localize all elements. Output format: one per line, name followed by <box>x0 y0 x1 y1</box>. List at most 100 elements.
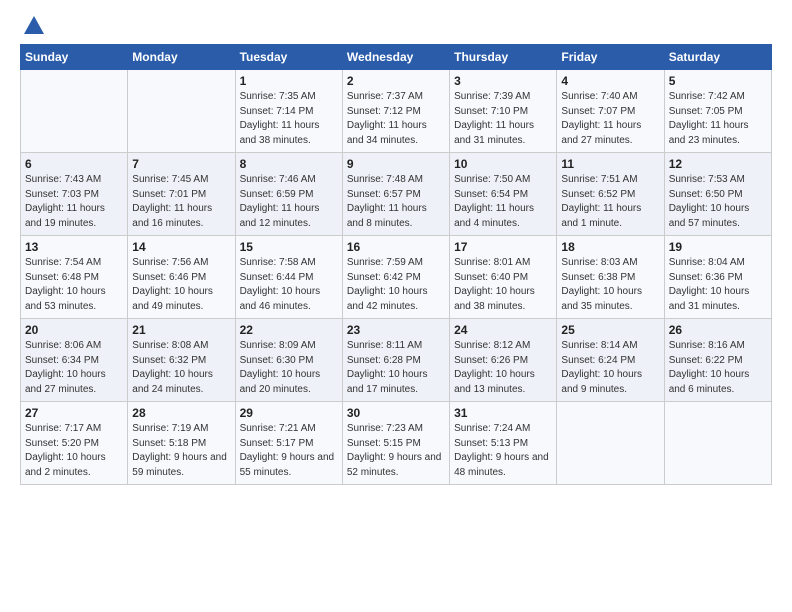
day-number: 27 <box>25 406 123 420</box>
calendar-day-cell: 19Sunrise: 8:04 AMSunset: 6:36 PMDayligh… <box>664 236 771 319</box>
calendar-day-cell: 2 Sunrise: 7:37 AMSunset: 7:12 PMDaylight… <box>342 70 449 153</box>
day-info: Sunrise: 7:42 AMSunset: 7:05 PMDaylight:… <box>669 90 767 148</box>
calendar-day-cell: 9 Sunrise: 7:48 AMSunset: 6:57 PMDaylight… <box>342 153 449 236</box>
day-number: 30 <box>347 406 445 420</box>
day-info: Sunrise: 8:08 AMSunset: 6:32 PMDaylight:… <box>132 339 230 397</box>
day-number: 14 <box>132 240 230 254</box>
weekday-header: Sunday <box>21 45 128 70</box>
calendar-day-cell: 28Sunrise: 7:19 AMSunset: 5:18 PMDayligh… <box>128 402 235 485</box>
calendar-day-cell: 10 Sunrise: 7:50 AMSunset: 6:54 PMDayligh… <box>450 153 557 236</box>
calendar-week-row: 27 Sunrise: 7:17 AMSunset: 5:20 PMDayligh… <box>21 402 772 485</box>
logo <box>20 16 44 34</box>
day-info: Sunrise: 7:23 AMSunset: 5:15 PMDaylight:… <box>347 422 445 480</box>
calendar-day-cell: 30 Sunrise: 7:23 AMSunset: 5:15 PMDayligh… <box>342 402 449 485</box>
day-number: 22 <box>240 323 338 337</box>
day-info: Sunrise: 7:17 AMSunset: 5:20 PMDaylight:… <box>25 422 123 480</box>
day-info: Sunrise: 7:43 AMSunset: 7:03 PMDaylight:… <box>25 173 123 231</box>
day-info: Sunrise: 7:50 AMSunset: 6:54 PMDaylight:… <box>454 173 552 231</box>
day-number: 16 <box>347 240 445 254</box>
calendar-day-cell: 16 Sunrise: 7:59 AMSunset: 6:42 PMDayligh… <box>342 236 449 319</box>
calendar-day-cell: 12 Sunrise: 7:53 AMSunset: 6:50 PMDayligh… <box>664 153 771 236</box>
calendar-day-cell <box>21 70 128 153</box>
day-info: Sunrise: 7:58 AMSunset: 6:44 PMDaylight:… <box>240 256 338 314</box>
calendar-day-cell <box>664 402 771 485</box>
day-number: 9 <box>347 157 445 171</box>
calendar-day-cell: 5 Sunrise: 7:42 AMSunset: 7:05 PMDaylight… <box>664 70 771 153</box>
day-number: 2 <box>347 74 445 88</box>
day-info: Sunrise: 7:21 AMSunset: 5:17 PMDaylight:… <box>240 422 338 480</box>
day-number: 21 <box>132 323 230 337</box>
calendar-day-cell: 6 Sunrise: 7:43 AMSunset: 7:03 PMDaylight… <box>21 153 128 236</box>
day-number: 10 <box>454 157 552 171</box>
calendar-table: SundayMondayTuesdayWednesdayThursdayFrid… <box>20 44 772 485</box>
calendar-day-cell: 22 Sunrise: 8:09 AMSunset: 6:30 PMDayligh… <box>235 319 342 402</box>
calendar-day-cell: 17 Sunrise: 8:01 AMSunset: 6:40 PMDayligh… <box>450 236 557 319</box>
day-info: Sunrise: 7:48 AMSunset: 6:57 PMDaylight:… <box>347 173 445 231</box>
day-number: 6 <box>25 157 123 171</box>
calendar-day-cell: 27 Sunrise: 7:17 AMSunset: 5:20 PMDayligh… <box>21 402 128 485</box>
calendar-day-cell: 29 Sunrise: 7:21 AMSunset: 5:17 PMDayligh… <box>235 402 342 485</box>
day-number: 20 <box>25 323 123 337</box>
day-number: 8 <box>240 157 338 171</box>
day-number: 15 <box>240 240 338 254</box>
weekday-header: Thursday <box>450 45 557 70</box>
calendar-day-cell: 14 Sunrise: 7:56 AMSunset: 6:46 PMDayligh… <box>128 236 235 319</box>
day-number: 1 <box>240 74 338 88</box>
calendar-week-row: 6 Sunrise: 7:43 AMSunset: 7:03 PMDaylight… <box>21 153 772 236</box>
day-info: Sunrise: 8:11 AMSunset: 6:28 PMDaylight:… <box>347 339 445 397</box>
day-info: Sunrise: 7:40 AMSunset: 7:07 PMDaylight:… <box>561 90 659 148</box>
day-info: Sunrise: 7:54 AMSunset: 6:48 PMDaylight:… <box>25 256 123 314</box>
day-info: Sunrise: 8:03 AMSunset: 6:38 PMDaylight:… <box>561 256 659 314</box>
calendar-day-cell: 26 Sunrise: 8:16 AMSunset: 6:22 PMDayligh… <box>664 319 771 402</box>
weekday-header-row: SundayMondayTuesdayWednesdayThursdayFrid… <box>21 45 772 70</box>
weekday-header: Tuesday <box>235 45 342 70</box>
calendar-day-cell: 4 Sunrise: 7:40 AMSunset: 7:07 PMDaylight… <box>557 70 664 153</box>
calendar-day-cell: 13 Sunrise: 7:54 AMSunset: 6:48 PMDayligh… <box>21 236 128 319</box>
day-info: Sunrise: 7:39 AMSunset: 7:10 PMDaylight:… <box>454 90 552 148</box>
day-info: Sunrise: 7:59 AMSunset: 6:42 PMDaylight:… <box>347 256 445 314</box>
day-number: 3 <box>454 74 552 88</box>
calendar-day-cell <box>557 402 664 485</box>
day-number: 5 <box>669 74 767 88</box>
day-number: 24 <box>454 323 552 337</box>
calendar-day-cell: 23 Sunrise: 8:11 AMSunset: 6:28 PMDayligh… <box>342 319 449 402</box>
calendar-day-cell: 3 Sunrise: 7:39 AMSunset: 7:10 PMDaylight… <box>450 70 557 153</box>
weekday-header: Saturday <box>664 45 771 70</box>
day-number: 11 <box>561 157 659 171</box>
calendar-day-cell: 7 Sunrise: 7:45 AMSunset: 7:01 PMDaylight… <box>128 153 235 236</box>
day-info: Sunrise: 8:01 AMSunset: 6:40 PMDaylight:… <box>454 256 552 314</box>
calendar-week-row: 20Sunrise: 8:06 AMSunset: 6:34 PMDayligh… <box>21 319 772 402</box>
day-number: 13 <box>25 240 123 254</box>
day-number: 26 <box>669 323 767 337</box>
day-info: Sunrise: 7:53 AMSunset: 6:50 PMDaylight:… <box>669 173 767 231</box>
day-info: Sunrise: 8:09 AMSunset: 6:30 PMDaylight:… <box>240 339 338 397</box>
day-number: 12 <box>669 157 767 171</box>
day-info: Sunrise: 7:46 AMSunset: 6:59 PMDaylight:… <box>240 173 338 231</box>
day-info: Sunrise: 8:16 AMSunset: 6:22 PMDaylight:… <box>669 339 767 397</box>
calendar-day-cell: 20Sunrise: 8:06 AMSunset: 6:34 PMDayligh… <box>21 319 128 402</box>
day-number: 25 <box>561 323 659 337</box>
page-header <box>20 16 772 34</box>
calendar-day-cell: 15 Sunrise: 7:58 AMSunset: 6:44 PMDayligh… <box>235 236 342 319</box>
day-number: 23 <box>347 323 445 337</box>
calendar-day-cell: 31Sunrise: 7:24 AMSunset: 5:13 PMDayligh… <box>450 402 557 485</box>
day-info: Sunrise: 7:51 AMSunset: 6:52 PMDaylight:… <box>561 173 659 231</box>
day-number: 28 <box>132 406 230 420</box>
weekday-header: Monday <box>128 45 235 70</box>
calendar-day-cell: 25 Sunrise: 8:14 AMSunset: 6:24 PMDayligh… <box>557 319 664 402</box>
day-number: 17 <box>454 240 552 254</box>
day-number: 4 <box>561 74 659 88</box>
calendar-day-cell: 21 Sunrise: 8:08 AMSunset: 6:32 PMDayligh… <box>128 319 235 402</box>
day-info: Sunrise: 7:37 AMSunset: 7:12 PMDaylight:… <box>347 90 445 148</box>
day-number: 31 <box>454 406 552 420</box>
calendar-day-cell <box>128 70 235 153</box>
day-info: Sunrise: 7:35 AMSunset: 7:14 PMDaylight:… <box>240 90 338 148</box>
weekday-header: Wednesday <box>342 45 449 70</box>
day-number: 7 <box>132 157 230 171</box>
calendar-day-cell: 8 Sunrise: 7:46 AMSunset: 6:59 PMDaylight… <box>235 153 342 236</box>
day-number: 29 <box>240 406 338 420</box>
day-info: Sunrise: 8:12 AMSunset: 6:26 PMDaylight:… <box>454 339 552 397</box>
day-info: Sunrise: 7:56 AMSunset: 6:46 PMDaylight:… <box>132 256 230 314</box>
day-info: Sunrise: 8:14 AMSunset: 6:24 PMDaylight:… <box>561 339 659 397</box>
day-info: Sunrise: 7:45 AMSunset: 7:01 PMDaylight:… <box>132 173 230 231</box>
